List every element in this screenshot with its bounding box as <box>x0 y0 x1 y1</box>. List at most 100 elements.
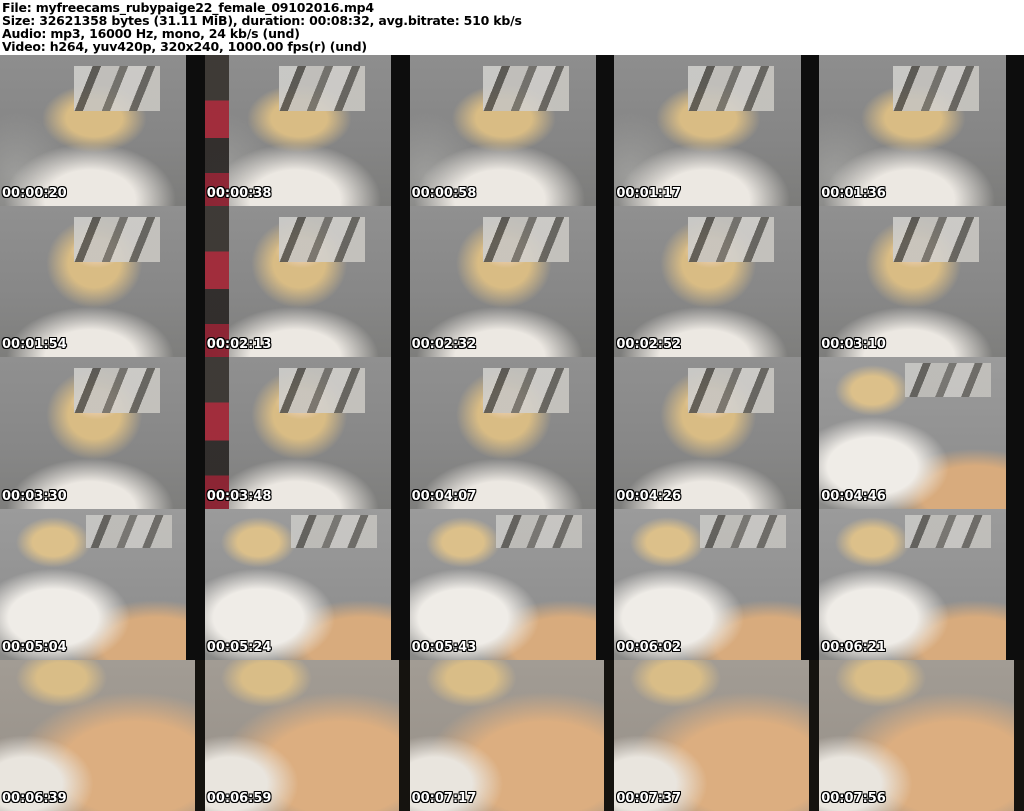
video-thumbnail: 00:04:26 <box>614 357 820 509</box>
edge-bar <box>800 508 820 660</box>
video-contact-sheet: File: myfreecams_rubypaige22_female_0910… <box>0 0 1024 811</box>
edge-bar <box>595 55 615 207</box>
video-thumbnail: 00:00:58 <box>409 55 615 207</box>
edge-bar <box>186 55 205 207</box>
timestamp-overlay: 00:01:36 <box>821 186 886 202</box>
edge-bar <box>1005 357 1024 509</box>
video-thumbnail: 00:06:39 <box>0 659 205 811</box>
video-thumbnail: 00:04:46 <box>819 357 1024 509</box>
edge-bar <box>391 55 410 207</box>
wall-art <box>73 65 160 111</box>
timestamp-overlay: 00:07:17 <box>411 790 477 806</box>
video-thumbnail: 00:03:10 <box>819 206 1024 358</box>
edge-bar <box>595 508 615 660</box>
thumbnail-placeholder <box>819 659 1024 811</box>
timestamp-overlay: 00:06:39 <box>2 790 67 806</box>
video-thumbnail: 00:02:13 <box>204 206 410 358</box>
video-thumbnail: 00:01:17 <box>614 55 820 207</box>
timestamp-overlay: 00:02:52 <box>616 337 682 353</box>
timestamp-overlay: 00:07:37 <box>616 790 682 806</box>
video-thumbnail: 00:00:38 <box>204 55 410 207</box>
video-thumbnail: 00:05:24 <box>204 508 410 660</box>
wall-art <box>495 514 582 548</box>
edge-bar <box>595 206 615 358</box>
edge-bar <box>1005 206 1024 358</box>
timestamp-overlay: 00:04:26 <box>616 488 682 504</box>
edge-bar <box>391 508 410 660</box>
timestamp-overlay: 00:05:04 <box>2 639 67 655</box>
edge-bar <box>194 659 205 811</box>
edge-bar <box>391 206 410 358</box>
video-info-line: Video: h264, yuv420p, 320x240, 1000.00 f… <box>2 39 367 54</box>
clothing-rack <box>204 55 230 207</box>
edge-bar <box>186 357 205 509</box>
edge-bar <box>399 659 410 811</box>
edge-bar <box>808 659 820 811</box>
wall-art <box>483 65 570 111</box>
timestamp-overlay: 00:05:24 <box>206 639 272 655</box>
video-thumbnail: 00:05:04 <box>0 508 205 660</box>
thumbnail-placeholder <box>204 659 410 811</box>
wall-art <box>688 367 775 414</box>
video-thumbnail: 00:05:43 <box>409 508 615 660</box>
timestamp-overlay: 00:01:54 <box>2 337 67 353</box>
wall-art <box>905 514 992 548</box>
wall-art <box>905 363 992 397</box>
timestamp-overlay: 00:02:32 <box>411 337 477 353</box>
timestamp-overlay: 00:03:30 <box>2 488 67 504</box>
thumbnail-placeholder <box>614 659 820 811</box>
wall-art <box>688 65 775 111</box>
wall-art <box>290 514 377 548</box>
wall-art <box>483 216 570 263</box>
wall-art <box>892 65 979 111</box>
video-thumbnail: 00:07:37 <box>614 659 820 811</box>
wall-art <box>86 514 172 548</box>
video-thumbnail: 00:07:56 <box>819 659 1024 811</box>
thumbnail-placeholder <box>409 659 615 811</box>
video-thumbnail: 00:03:30 <box>0 357 205 509</box>
wall-art <box>73 367 160 414</box>
wall-art <box>278 367 365 414</box>
wall-art <box>278 216 365 263</box>
edge-bar <box>186 206 205 358</box>
wall-art <box>73 216 160 263</box>
edge-bar <box>595 357 615 509</box>
video-thumbnail: 00:06:02 <box>614 508 820 660</box>
timestamp-overlay: 00:03:10 <box>821 337 886 353</box>
edge-bar <box>391 357 410 509</box>
video-thumbnail: 00:06:21 <box>819 508 1024 660</box>
timestamp-overlay: 00:04:46 <box>821 488 886 504</box>
clothing-rack <box>204 206 230 358</box>
clothing-rack <box>204 357 230 509</box>
video-thumbnail: 00:04:07 <box>409 357 615 509</box>
wall-art <box>892 216 979 263</box>
timestamp-overlay: 00:04:07 <box>411 488 477 504</box>
video-thumbnail: 00:03:48 <box>204 357 410 509</box>
edge-bar <box>604 659 615 811</box>
wall-art <box>700 514 787 548</box>
timestamp-overlay: 00:00:20 <box>2 186 67 202</box>
video-thumbnail: 00:01:54 <box>0 206 205 358</box>
edge-bar <box>800 206 820 358</box>
timestamp-overlay: 00:06:02 <box>616 639 682 655</box>
thumbnail-grid: 00:00:20 00:00:38 00:00:58 00:01:17 00:0… <box>0 55 1024 811</box>
timestamp-overlay: 00:05:43 <box>411 639 477 655</box>
edge-bar <box>800 55 820 207</box>
wall-art <box>278 65 365 111</box>
wall-art <box>688 216 775 263</box>
timestamp-overlay: 00:07:56 <box>821 790 886 806</box>
timestamp-overlay: 00:02:13 <box>206 337 272 353</box>
video-thumbnail: 00:02:52 <box>614 206 820 358</box>
edge-bar <box>1005 55 1024 207</box>
timestamp-overlay: 00:01:17 <box>616 186 682 202</box>
timestamp-overlay: 00:00:38 <box>206 186 272 202</box>
video-thumbnail: 00:02:32 <box>409 206 615 358</box>
edge-bar <box>186 508 205 660</box>
timestamp-overlay: 00:00:58 <box>411 186 477 202</box>
video-thumbnail: 00:00:20 <box>0 55 205 207</box>
edge-bar <box>800 357 820 509</box>
video-thumbnail: 00:07:17 <box>409 659 615 811</box>
edge-bar <box>1013 659 1024 811</box>
video-thumbnail: 00:06:59 <box>204 659 410 811</box>
thumbnail-placeholder <box>0 659 205 811</box>
